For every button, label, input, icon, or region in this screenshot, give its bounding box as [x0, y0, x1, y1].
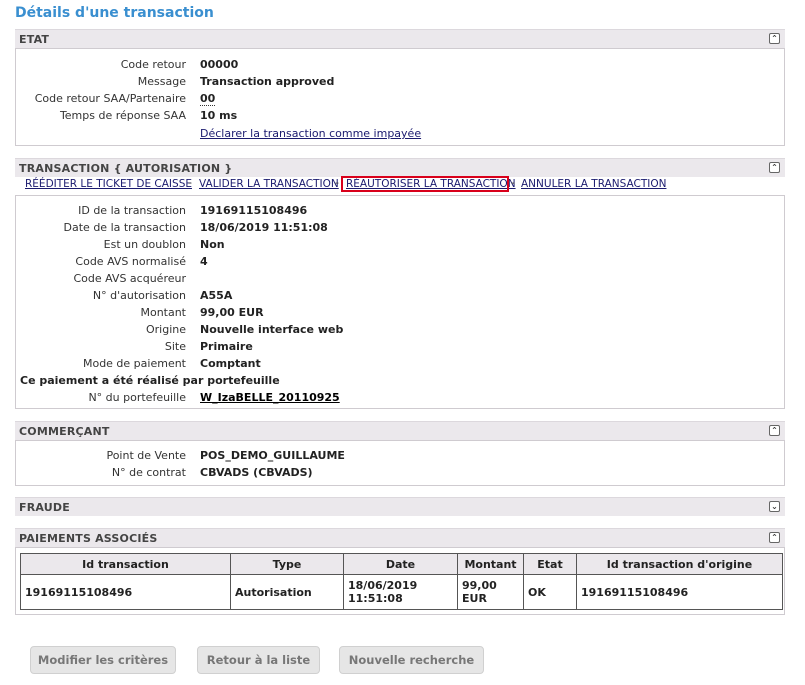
field-row: Site Primaire — [16, 338, 784, 355]
return-code-tooltip[interactable]: 00 — [200, 92, 216, 106]
field-label: Mode de paiement — [82, 357, 186, 370]
section-header-transaction[interactable]: TRANSACTION { AUTORISATION } ⌃ — [15, 158, 785, 177]
field-label: Montant — [140, 306, 186, 319]
modify-criteria-button[interactable]: Modifier les critères — [30, 646, 176, 674]
double-chevron-down-icon[interactable]: ⌄ — [769, 501, 780, 512]
field-label: Origine — [145, 323, 186, 336]
field-value: 18/06/2019 11:51:08 — [200, 221, 328, 234]
table-header-row: Id transaction Type Date Montant Etat Id… — [20, 553, 783, 575]
double-chevron-up-icon[interactable]: ⌃ — [769, 162, 780, 173]
section-body-commercant: Point de Vente POS_DEMO_GUILLAUME N° de c… — [15, 440, 785, 486]
field-label: Temps de réponse SAA — [59, 109, 186, 122]
table-cell: OK — [523, 574, 577, 610]
field-label: N° du portefeuille — [88, 391, 186, 404]
field-row: Code AVS normalisé 4 — [16, 253, 784, 270]
validate-transaction-link[interactable]: VALIDER LA TRANSACTION — [199, 178, 339, 190]
column-header: Etat — [523, 553, 577, 575]
wallet-note-row: Ce paiement a été réalisé par portefeuil… — [16, 372, 784, 389]
field-label: Point de Vente — [106, 449, 186, 462]
field-label: ID de la transaction — [78, 204, 186, 217]
field-value: Transaction approved — [200, 75, 335, 88]
field-value: Comptant — [200, 357, 261, 370]
separator: - — [335, 176, 339, 189]
field-label: Date de la transaction — [63, 221, 186, 234]
section-body-transaction: ID de la transaction 19169115108496 Date … — [15, 195, 785, 409]
back-to-list-button[interactable]: Retour à la liste — [197, 646, 320, 674]
column-header: Type — [230, 553, 344, 575]
field-value: 99,00 EUR — [200, 306, 264, 319]
field-row: Montant 99,00 EUR — [16, 304, 784, 321]
field-label: Est un doublon — [103, 238, 186, 251]
field-row: Est un doublon Non — [16, 236, 784, 253]
table-cell: 19169115108496 — [576, 574, 783, 610]
field-label: Message — [137, 75, 186, 88]
field-row: Code AVS acquéreur — [16, 270, 784, 287]
table-row[interactable]: 19169115108496 Autorisation 18/06/2019 1… — [20, 574, 783, 610]
field-label: Code AVS acquéreur — [73, 272, 186, 285]
double-chevron-up-icon[interactable]: ⌃ — [769, 33, 780, 44]
field-row: ID de la transaction 19169115108496 — [16, 202, 784, 219]
field-value: Non — [200, 238, 225, 251]
field-label: Code retour — [120, 58, 186, 71]
field-row: N° du portefeuille W_IzaBELLE_20110925 — [16, 389, 784, 406]
cancel-transaction-link[interactable]: ANNULER LA TRANSACTION — [521, 178, 666, 190]
field-value: 10 ms — [200, 109, 238, 122]
table-cell: 18/06/2019 11:51:08 — [343, 574, 458, 610]
column-header: Montant — [457, 553, 524, 575]
page-title: Détails d'une transaction — [15, 5, 214, 21]
section-header-paiements[interactable]: PAIEMENTS ASSOCIÉS ⌃ — [15, 528, 785, 547]
field-row: Déclarer la transaction comme impayée — [16, 125, 784, 142]
section-header-commercant[interactable]: COMMERÇANT ⌃ — [15, 421, 785, 440]
field-value: CBVADS (CBVADS) — [200, 466, 313, 479]
section-title-paiements: PAIEMENTS ASSOCIÉS — [19, 532, 158, 545]
column-header: Id transaction d'origine — [576, 553, 783, 575]
double-chevron-up-icon[interactable]: ⌃ — [769, 425, 780, 436]
section-header-etat[interactable]: ETAT ⌃ — [15, 29, 785, 48]
field-row: Code retour SAA/Partenaire 00 — [16, 90, 784, 107]
table-cell: Autorisation — [230, 574, 344, 610]
section-body-etat: Code retour 00000 Message Transaction ap… — [15, 48, 785, 146]
field-value: A55A — [200, 289, 233, 302]
highlight-box — [341, 176, 509, 192]
declare-unpaid-link[interactable]: Déclarer la transaction comme impayée — [200, 127, 421, 140]
field-value: 4 — [200, 255, 208, 268]
field-row: Point de Vente POS_DEMO_GUILLAUME — [16, 447, 784, 464]
field-label: Site — [164, 340, 186, 353]
field-label: Code AVS normalisé — [75, 255, 186, 268]
field-value: Primaire — [200, 340, 253, 353]
field-row: Mode de paiement Comptant — [16, 355, 784, 372]
wallet-note: Ce paiement a été réalisé par portefeuil… — [20, 374, 280, 387]
field-value: POS_DEMO_GUILLAUME — [200, 449, 345, 462]
field-label: N° de contrat — [111, 466, 186, 479]
field-row: Date de la transaction 18/06/2019 11:51:0… — [16, 219, 784, 236]
field-row: Origine Nouvelle interface web — [16, 321, 784, 338]
section-title-fraude: FRAUDE — [19, 501, 70, 514]
section-title-transaction: TRANSACTION { AUTORISATION } — [19, 162, 233, 175]
field-value: 00000 — [200, 58, 239, 71]
column-header: Date — [343, 553, 458, 575]
field-value: Nouvelle interface web — [200, 323, 344, 336]
field-row: N° d'autorisation A55A — [16, 287, 784, 304]
reprint-receipt-link[interactable]: RÉÉDITER LE TICKET DE CAISSE — [25, 178, 192, 190]
column-header: Id transaction — [20, 553, 231, 575]
section-title-commercant: COMMERÇANT — [19, 425, 110, 438]
new-search-button[interactable]: Nouvelle recherche — [339, 646, 484, 674]
associated-payments-table: Id transaction Type Date Montant Etat Id… — [20, 553, 783, 610]
section-header-fraude[interactable]: FRAUDE ⌄ — [15, 497, 785, 516]
wallet-link[interactable]: W_IzaBELLE_20110925 — [200, 391, 340, 404]
field-row: Code retour 00000 — [16, 56, 784, 73]
field-label: Code retour SAA/Partenaire — [34, 92, 186, 105]
field-label: N° d'autorisation — [92, 289, 186, 302]
field-row: N° de contrat CBVADS (CBVADS) — [16, 464, 784, 481]
table-cell: 99,00 EUR — [457, 574, 524, 610]
double-chevron-up-icon[interactable]: ⌃ — [769, 532, 780, 543]
field-value: 19169115108496 — [200, 204, 308, 217]
field-row: Temps de réponse SAA 10 ms — [16, 107, 784, 124]
table-cell: 19169115108496 — [20, 574, 231, 610]
separator: - — [511, 176, 515, 189]
section-title-etat: ETAT — [19, 33, 50, 46]
field-row: Message Transaction approved — [16, 73, 784, 90]
separator: - — [188, 176, 192, 189]
